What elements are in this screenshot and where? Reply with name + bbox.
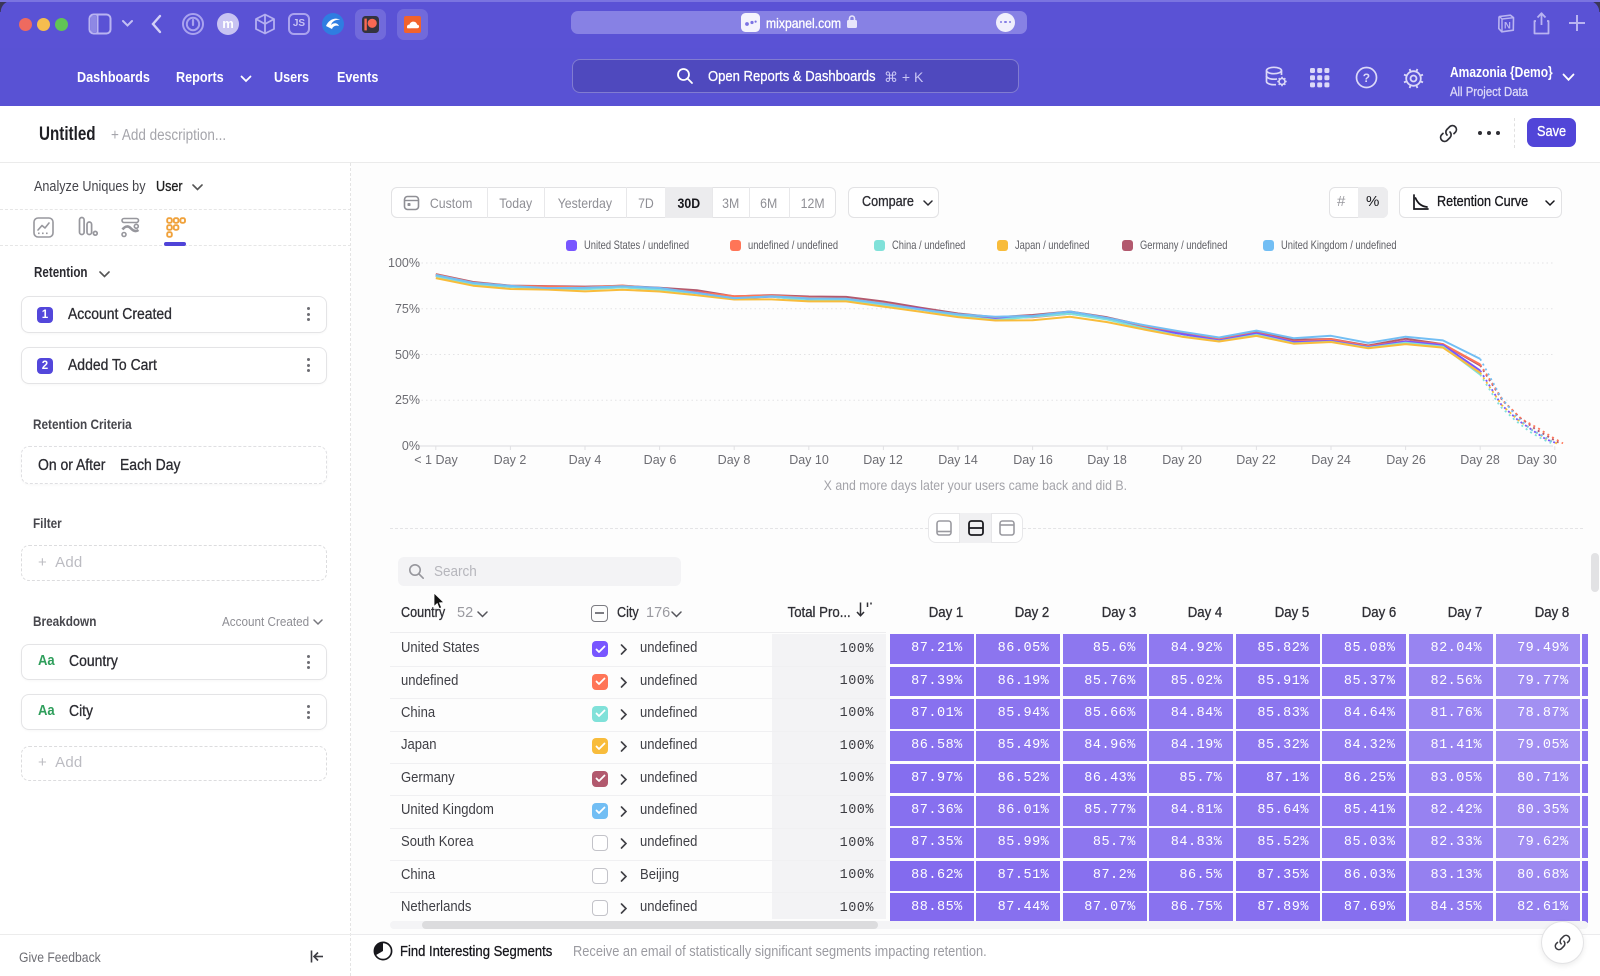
svg-text:?: ? xyxy=(1363,71,1370,85)
svg-text:N: N xyxy=(1504,21,1511,32)
